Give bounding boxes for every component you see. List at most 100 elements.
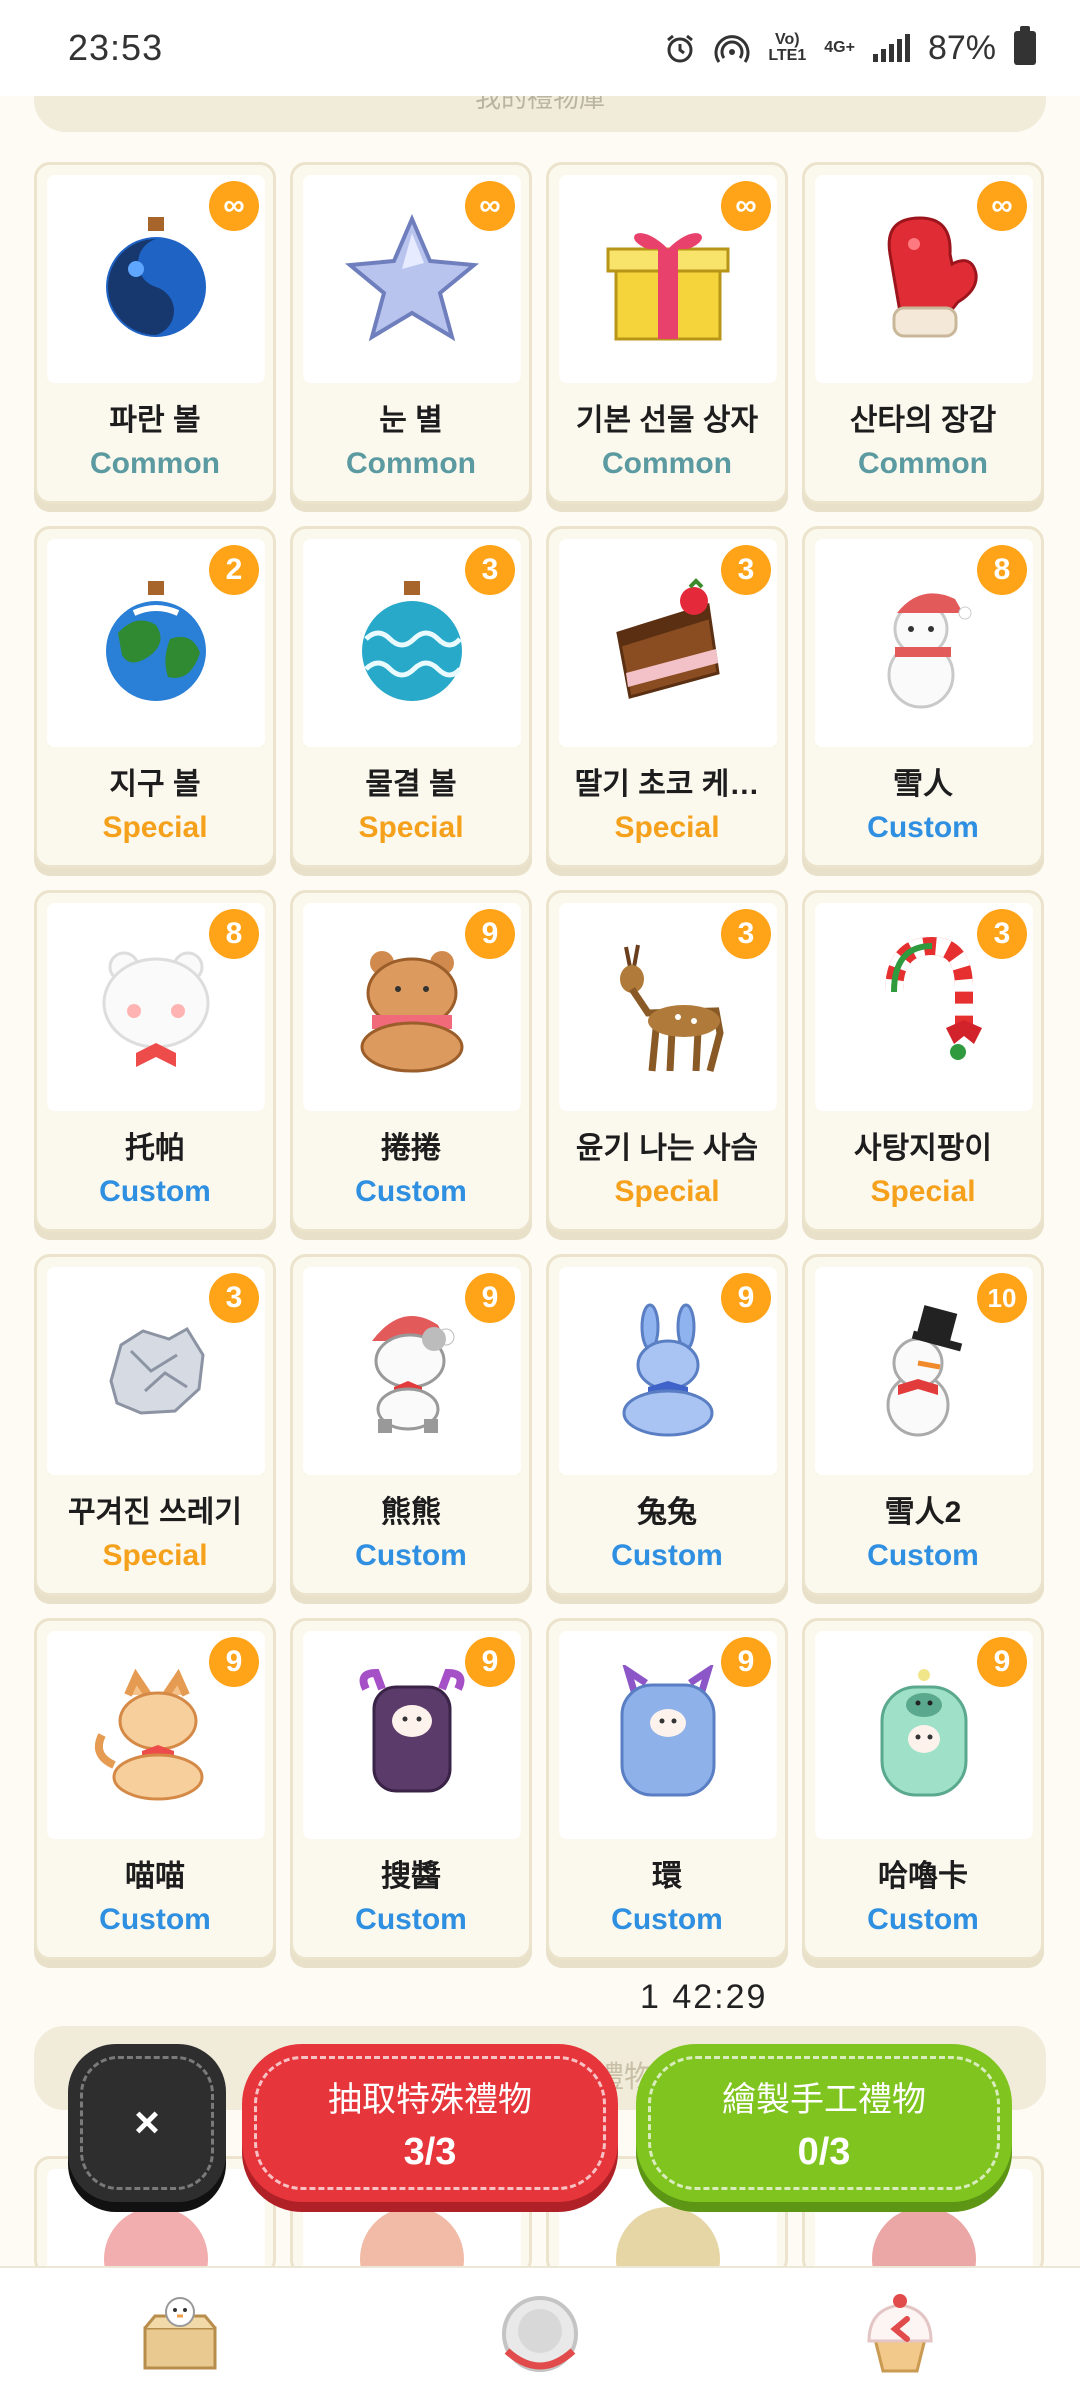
plate-nav-icon <box>502 2296 578 2372</box>
deer-icon <box>620 944 724 1072</box>
gift-rarity: Common <box>346 447 476 480</box>
gift-card[interactable]: 3 꾸겨진 쓰레기 Special <box>34 1254 276 1596</box>
gift-card[interactable]: 8 雪人 Custom <box>802 526 1044 868</box>
gift-rarity: Custom <box>99 1175 211 1208</box>
quantity-badge: 3 <box>209 1273 259 1323</box>
brown-bear-icon <box>360 951 464 1073</box>
gift-rarity: Custom <box>867 811 979 844</box>
quantity-badge: 2 <box>209 545 259 595</box>
gift-thumbnail: 10 <box>815 1267 1033 1475</box>
earth-ornament-icon <box>106 581 206 701</box>
cat-icon <box>95 1668 204 1801</box>
snowman-icon <box>887 593 972 709</box>
gift-card[interactable]: 3 사탕지팡이 Special <box>802 890 1044 1232</box>
nav-plate[interactable] <box>480 2279 600 2389</box>
gift-card[interactable]: ∞ 눈 별 Common <box>290 162 532 504</box>
craft-label: 繪製手工禮物 <box>722 2081 926 2119</box>
gift-card[interactable]: 8 托帕 Custom <box>34 890 276 1232</box>
cupcake-nav-icon <box>867 2294 933 2373</box>
gift-thumbnail: 8 <box>815 539 1033 747</box>
gift-name: 산타의 장갑 <box>849 404 997 437</box>
cake-icon <box>616 578 720 699</box>
gift-card[interactable]: 9 喵喵 Custom <box>34 1618 276 1960</box>
status-icons: Vo) LTE1 4G+ 87% <box>664 26 1036 68</box>
gift-rarity: Common <box>90 447 220 480</box>
gift-card[interactable]: 9 兔兔 Custom <box>546 1254 788 1596</box>
gift-card[interactable]: 10 雪人2 Custom <box>802 1254 1044 1596</box>
gift-name: 눈 별 <box>379 404 443 437</box>
draw-special-count: 3/3 <box>403 2131 457 2173</box>
gift-thumbnail: 8 <box>47 903 265 1111</box>
gift-card[interactable]: 9 捲捲 Custom <box>290 890 532 1232</box>
gift-card[interactable]: 3 딸기 초코 케… Special <box>546 526 788 868</box>
draw-special-gift-button[interactable]: 抽取特殊禮物 3/3 <box>242 2044 618 2202</box>
gift-thumbnail: 3 <box>815 903 1033 1111</box>
quantity-badge: 10 <box>977 1273 1027 1323</box>
gift-rarity: Custom <box>867 1539 979 1572</box>
gift-rarity: Special <box>102 1539 208 1572</box>
volte-indicator: Vo) LTE1 <box>768 31 807 64</box>
nav-cupcake[interactable] <box>840 2279 960 2389</box>
gift-card[interactable]: 9 哈嚕卡 Custom <box>802 1618 1044 1960</box>
gift-name: 딸기 초코 케… <box>574 768 760 801</box>
gift-thumbnail: ∞ <box>815 175 1033 383</box>
gift-rarity: Custom <box>355 1903 467 1936</box>
quantity-badge: 3 <box>977 909 1027 959</box>
gift-name: 環 <box>652 1860 682 1893</box>
quantity-badge: 9 <box>465 1273 515 1323</box>
gift-name: 喵喵 <box>125 1860 185 1893</box>
gift-thumbnail: 3 <box>303 539 521 747</box>
gift-thumbnail: 9 <box>303 903 521 1111</box>
craft-gift-button[interactable]: 繪製手工禮物 0/3 <box>636 2044 1012 2202</box>
blue-monster-icon <box>620 1665 716 1797</box>
draw-special-label: 抽取特殊禮物 <box>328 2081 532 2119</box>
gift-name: 搜醬 <box>381 1860 441 1893</box>
gift-card[interactable]: 2 지구 볼 Special <box>34 526 276 868</box>
battery-icon <box>1014 26 1036 65</box>
gift-thumbnail: 9 <box>559 1267 777 1475</box>
gift-name: 熊熊 <box>381 1496 441 1529</box>
countdown-timer: 1 42:29 <box>640 1978 768 2016</box>
gift-name: 捲捲 <box>381 1132 441 1165</box>
gift-grid: ∞ 파란 볼 Common ∞ 눈 별 Common ∞ 기본 선물 상자 Common ∞ 산타의… <box>34 162 1046 1960</box>
mint-monster-icon <box>880 1669 968 1797</box>
quantity-badge: 3 <box>721 909 771 959</box>
quantity-badge: ∞ <box>465 181 515 231</box>
bottom-nav <box>0 2266 1080 2400</box>
alarm-icon <box>667 34 694 63</box>
quantity-badge: 3 <box>721 545 771 595</box>
gift-card[interactable]: 9 環 Custom <box>546 1618 788 1960</box>
close-button[interactable]: × <box>68 2044 226 2202</box>
gift-box-icon <box>606 233 730 341</box>
close-icon: × <box>134 2098 160 2147</box>
gift-thumbnail: 9 <box>303 1267 521 1475</box>
top-hat-snowman-icon <box>886 1305 963 1437</box>
quantity-badge: 9 <box>209 1637 259 1687</box>
hotspot-icon <box>714 35 750 63</box>
gift-rarity: Common <box>858 447 988 480</box>
quantity-badge: ∞ <box>721 181 771 231</box>
network-type: 4G+ <box>824 39 855 56</box>
gift-card[interactable]: 3 물결 볼 Special <box>290 526 532 868</box>
gift-rarity: Custom <box>99 1903 211 1936</box>
nav-gift-box[interactable] <box>120 2279 240 2389</box>
gift-name: 윤기 나는 사슴 <box>575 1132 759 1165</box>
candy-cane-icon <box>885 936 982 1060</box>
gift-rarity: Custom <box>611 1539 723 1572</box>
status-time: 23:53 <box>68 27 164 68</box>
gift-rarity: Special <box>870 1175 976 1208</box>
gift-card[interactable]: 9 搜醬 Custom <box>290 1618 532 1960</box>
gift-thumbnail: 3 <box>559 903 777 1111</box>
gift-thumbnail: ∞ <box>559 175 777 383</box>
gift-card[interactable]: 3 윤기 나는 사슴 Special <box>546 890 788 1232</box>
gift-name: 꾸겨진 쓰레기 <box>68 1496 242 1529</box>
gift-card[interactable]: ∞ 기본 선물 상자 Common <box>546 162 788 504</box>
gift-card[interactable]: 9 熊熊 Custom <box>290 1254 532 1596</box>
wave-ornament-icon <box>362 581 462 701</box>
gift-card[interactable]: ∞ 파란 볼 Common <box>34 162 276 504</box>
gift-card[interactable]: ∞ 산타의 장갑 Common <box>802 162 1044 504</box>
gift-name: 물결 볼 <box>365 768 457 801</box>
gift-name: 托帕 <box>125 1132 185 1165</box>
gift-thumbnail: 9 <box>303 1631 521 1839</box>
quantity-badge: 9 <box>465 1637 515 1687</box>
